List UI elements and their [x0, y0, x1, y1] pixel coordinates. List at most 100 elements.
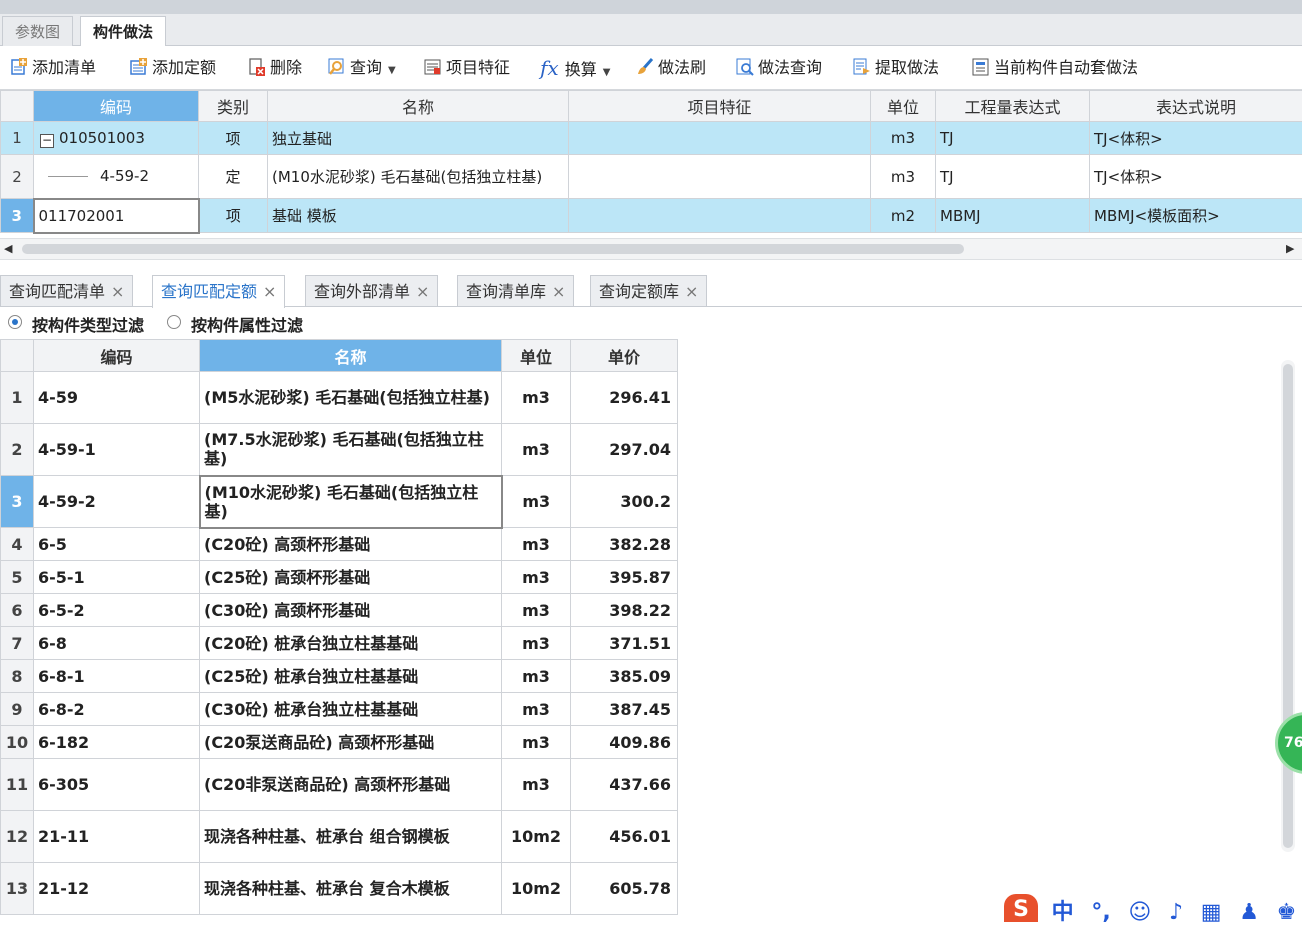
col-header-expression-desc[interactable]: 表达式说明	[1090, 91, 1302, 122]
table-row[interactable]: 96-8-2(C30砼) 桩承台独立柱基基础m3387.45	[1, 693, 678, 726]
name-cell[interactable]: (C20泵送商品砼) 高颈杯形基础	[200, 726, 502, 759]
scroll-right-icon[interactable]: ▶	[1286, 242, 1294, 255]
table-row[interactable]: 14-59(M5水泥砂浆) 毛石基础(包括独立柱基)m3296.41	[1, 372, 678, 424]
code-cell[interactable]: 4-59-2	[34, 476, 200, 528]
table-row[interactable]: 1221-11现浇各种柱基、桩承台 组合钢模板10m2456.01	[1, 811, 678, 863]
feature-cell[interactable]	[569, 122, 871, 155]
table-row[interactable]: 1321-12现浇各种柱基、桩承台 复合木模板10m2605.78	[1, 863, 678, 915]
name-cell[interactable]: (M10水泥砂浆) 毛石基础(包括独立柱基)	[268, 155, 569, 199]
code-cell[interactable]: 21-11	[34, 811, 200, 863]
ime-skin-icon[interactable]: ♚	[1277, 900, 1297, 925]
price-cell[interactable]: 296.41	[571, 372, 678, 424]
scroll-left-icon[interactable]: ◀	[4, 242, 12, 255]
name-cell[interactable]: (C20砼) 高颈杯形基础	[200, 528, 502, 561]
extract-method-button[interactable]: 提取做法	[853, 56, 939, 80]
code-cell[interactable]: 6-5-2	[34, 594, 200, 627]
horizontal-scroll-thumb[interactable]	[22, 244, 964, 254]
conversion-button[interactable]: fx换算▼	[540, 56, 610, 80]
name-cell[interactable]: (M10水泥砂浆) 毛石基础(包括独立柱基)	[200, 476, 502, 528]
close-icon[interactable]: ×	[552, 282, 565, 301]
unit-cell[interactable]: m3	[502, 660, 571, 693]
price-cell[interactable]: 605.78	[571, 863, 678, 915]
table-row[interactable]: 66-5-2(C30砼) 高颈杯形基础m3398.22	[1, 594, 678, 627]
filter-by-type-radio[interactable]	[8, 315, 22, 329]
table-row[interactable]: 46-5(C20砼) 高颈杯形基础m3382.28	[1, 528, 678, 561]
unit-cell[interactable]: m3	[502, 726, 571, 759]
ime-mode-toggle[interactable]: 中	[1052, 900, 1074, 925]
expression-cell[interactable]: TJ	[936, 155, 1090, 199]
col-header-expression[interactable]: 工程量表达式	[936, 91, 1090, 122]
horizontal-scrollbar[interactable]: ◀ ▶	[0, 238, 1302, 260]
method-query-button[interactable]: 做法查询	[736, 56, 822, 80]
type-cell[interactable]: 定	[199, 155, 268, 199]
table-row[interactable]: 3 011702001 项 基础 模板 m2 MBMJ MBMJ<模板面积>	[1, 199, 1302, 233]
table-row[interactable]: 34-59-2(M10水泥砂浆) 毛石基础(包括独立柱基)m3300.2	[1, 476, 678, 528]
name-cell[interactable]: (M5水泥砂浆) 毛石基础(包括独立柱基)	[200, 372, 502, 424]
unit-cell[interactable]: m3	[502, 594, 571, 627]
col-header-code[interactable]: 编码	[34, 91, 199, 122]
filter-by-type-label[interactable]: 按构件类型过滤	[32, 312, 144, 336]
tab-component-method[interactable]: 构件做法	[80, 16, 166, 47]
vertical-scrollbar[interactable]	[1281, 360, 1295, 852]
price-cell[interactable]: 395.87	[571, 561, 678, 594]
unit-cell[interactable]: 10m2	[502, 863, 571, 915]
code-cell[interactable]: 4-59-2	[34, 155, 199, 199]
unit-cell[interactable]: m3	[502, 693, 571, 726]
unit-cell[interactable]: m3	[502, 372, 571, 424]
table-row[interactable]: 2 4-59-2 定 (M10水泥砂浆) 毛石基础(包括独立柱基) m3 TJ …	[1, 155, 1302, 199]
code-cell[interactable]: 4-59	[34, 372, 200, 424]
col-header-name[interactable]: 名称	[268, 91, 569, 122]
table-row[interactable]: 76-8(C20砼) 桩承台独立柱基基础m3371.51	[1, 627, 678, 660]
price-cell[interactable]: 456.01	[571, 811, 678, 863]
name-cell[interactable]: 独立基础	[268, 122, 569, 155]
expression-cell[interactable]: MBMJ	[936, 199, 1090, 233]
type-cell[interactable]: 项	[199, 199, 268, 233]
price-cell[interactable]: 437.66	[571, 759, 678, 811]
tab-quota-library[interactable]: 查询定额库×	[590, 275, 707, 306]
unit-cell[interactable]: m2	[871, 199, 936, 233]
delete-button[interactable]: 删除	[248, 56, 302, 80]
ime-emoji-icon[interactable]: ☺	[1128, 900, 1151, 925]
col-header-price[interactable]: 单价	[571, 340, 678, 372]
floating-ball-badge[interactable]: 76	[1275, 712, 1302, 774]
unit-cell[interactable]: m3	[502, 476, 571, 528]
unit-cell[interactable]: m3	[871, 155, 936, 199]
code-cell[interactable]: 6-8	[34, 627, 200, 660]
table-row[interactable]: 24-59-1(M7.5水泥砂浆) 毛石基础(包括独立柱基)m3297.04	[1, 424, 678, 476]
code-cell[interactable]: 4-59-1	[34, 424, 200, 476]
code-cell[interactable]: 6-8-2	[34, 693, 200, 726]
expression-cell[interactable]: TJ	[936, 122, 1090, 155]
close-icon[interactable]: ×	[111, 282, 124, 301]
type-cell[interactable]: 项	[199, 122, 268, 155]
unit-cell[interactable]: m3	[502, 627, 571, 660]
tab-match-quota[interactable]: 查询匹配定额×	[152, 275, 285, 308]
name-cell[interactable]: 基础 模板	[268, 199, 569, 233]
ime-user-icon[interactable]: ♟	[1239, 900, 1259, 925]
price-cell[interactable]: 387.45	[571, 693, 678, 726]
price-cell[interactable]: 300.2	[571, 476, 678, 528]
filter-by-attribute-label[interactable]: 按构件属性过滤	[191, 312, 303, 336]
price-cell[interactable]: 409.86	[571, 726, 678, 759]
price-cell[interactable]: 398.22	[571, 594, 678, 627]
unit-cell[interactable]: m3	[871, 122, 936, 155]
col-header-unit[interactable]: 单位	[502, 340, 571, 372]
code-cell[interactable]: 6-305	[34, 759, 200, 811]
table-row[interactable]: 86-8-1(C25砼) 桩承台独立柱基基础m3385.09	[1, 660, 678, 693]
col-header-feature[interactable]: 项目特征	[569, 91, 871, 122]
code-cell[interactable]: 6-5	[34, 528, 200, 561]
table-row[interactable]: 106-182(C20泵送商品砼) 高颈杯形基础m3409.86	[1, 726, 678, 759]
expression-desc-cell[interactable]: TJ<体积>	[1090, 155, 1302, 199]
unit-cell[interactable]: m3	[502, 528, 571, 561]
col-header-unit[interactable]: 单位	[871, 91, 936, 122]
close-icon[interactable]: ×	[416, 282, 429, 301]
unit-cell[interactable]: m3	[502, 424, 571, 476]
price-cell[interactable]: 385.09	[571, 660, 678, 693]
ime-keyboard-icon[interactable]: ▦	[1201, 900, 1222, 925]
code-cell-selected[interactable]: 011702001	[34, 199, 199, 233]
table-row[interactable]: 56-5-1(C25砼) 高颈杯形基础m3395.87	[1, 561, 678, 594]
table-row[interactable]: 1 −010501003 项 独立基础 m3 TJ TJ<体积>	[1, 122, 1302, 155]
code-cell[interactable]: −010501003	[34, 122, 199, 155]
code-cell[interactable]: 21-12	[34, 863, 200, 915]
filter-by-attribute-radio[interactable]	[167, 315, 181, 329]
vertical-scroll-thumb[interactable]	[1283, 364, 1293, 848]
